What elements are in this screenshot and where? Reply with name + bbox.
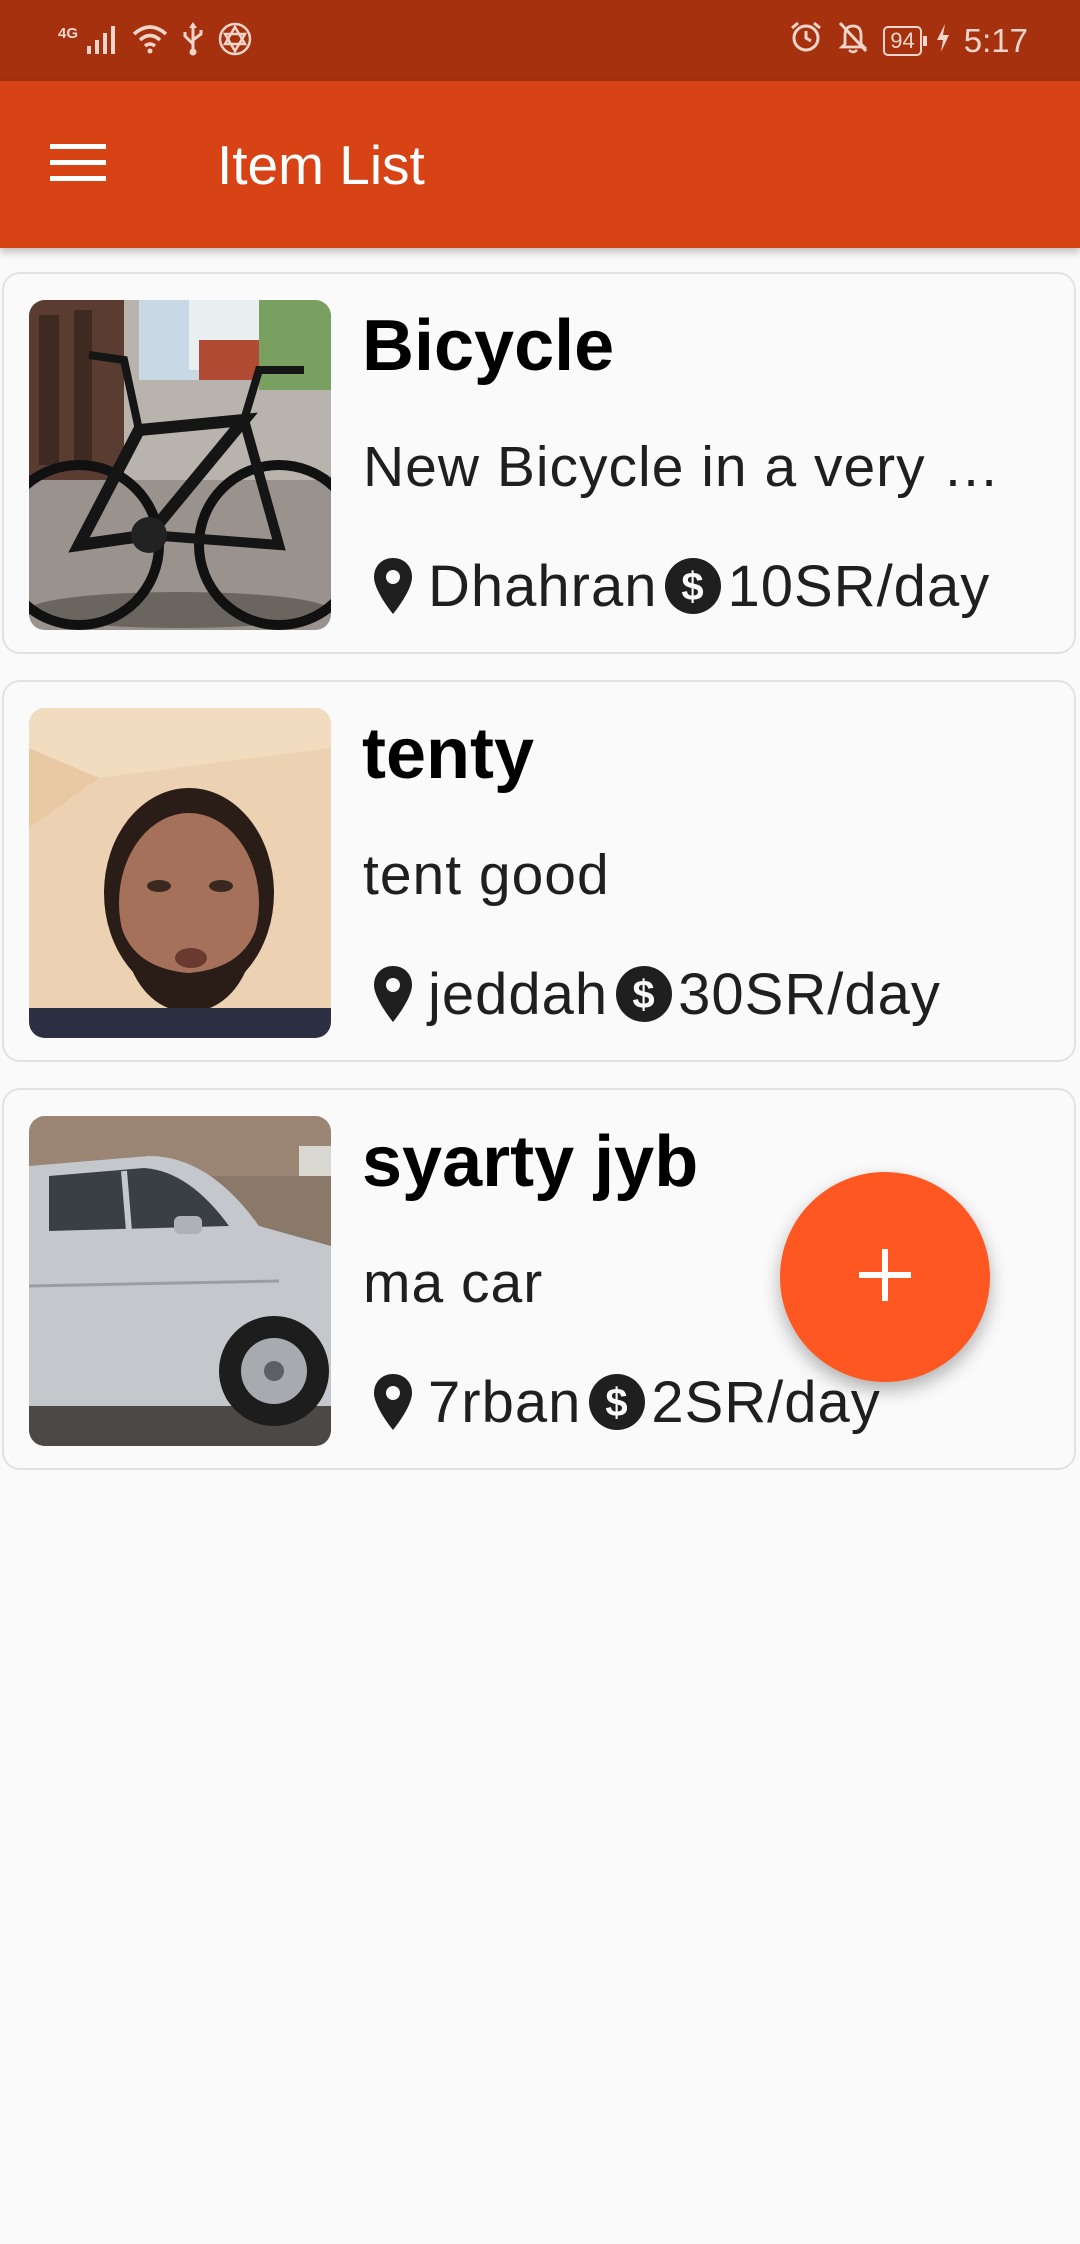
star-of-david-icon xyxy=(218,22,252,61)
item-photo-syarty-jyb xyxy=(29,1116,331,1446)
location-pin-icon xyxy=(372,556,414,616)
clock-time: 5:17 xyxy=(963,22,1028,59)
item-location: jeddah xyxy=(428,961,609,1027)
svg-text:$: $ xyxy=(633,973,656,1017)
item-photo-tenty xyxy=(29,708,331,1038)
status-bar: 4G 94 5:17 xyxy=(0,0,1080,81)
item-location: Dhahran xyxy=(428,553,658,619)
item-card-bicycle[interactable]: Bicycle New Bicycle in a very good condi… xyxy=(2,272,1076,654)
item-description: New Bicycle in a very good condition xyxy=(363,435,1023,499)
status-bar-left: 4G xyxy=(58,20,252,62)
plus-icon xyxy=(857,1247,913,1308)
dollar-circle-icon: $ xyxy=(614,964,674,1024)
status-bar-right: 94 5:17 xyxy=(789,18,1028,64)
app-bar: Item List xyxy=(0,81,1080,248)
network-type-label: 4G xyxy=(58,25,79,42)
item-price: 2SR/day xyxy=(651,1369,881,1435)
svg-text:$: $ xyxy=(682,565,705,609)
item-price: 30SR/day xyxy=(678,961,941,1027)
item-meta: 7rban $ 2SR/day xyxy=(372,1366,881,1438)
item-meta: jeddah $ 30SR/day xyxy=(372,958,941,1030)
item-title: Bicycle xyxy=(362,306,615,386)
notifications-off-icon xyxy=(837,20,869,62)
page-title: Item List xyxy=(217,134,425,196)
location-pin-icon xyxy=(372,1372,414,1432)
menu-icon xyxy=(50,142,106,189)
dollar-circle-icon: $ xyxy=(663,556,723,616)
usb-icon xyxy=(182,21,204,61)
item-title: syarty jyb xyxy=(362,1122,699,1202)
battery-level: 94 xyxy=(883,26,928,56)
item-photo-bicycle xyxy=(29,300,331,630)
alarm-icon xyxy=(789,20,823,62)
wifi-icon xyxy=(132,24,168,59)
item-card-tenty[interactable]: tenty tent good jeddah $ 30SR/day xyxy=(2,680,1076,1062)
signal-icon xyxy=(86,24,118,59)
item-description: tent good xyxy=(363,843,610,907)
item-title: tenty xyxy=(362,714,535,794)
item-price: 10SR/day xyxy=(727,553,991,619)
add-item-button[interactable] xyxy=(780,1172,990,1382)
item-location: 7rban xyxy=(428,1369,582,1435)
svg-text:$: $ xyxy=(606,1381,629,1425)
dollar-circle-icon: $ xyxy=(587,1372,647,1432)
menu-button[interactable] xyxy=(36,123,120,207)
item-meta: Dhahran $ 10SR/day xyxy=(372,550,990,622)
location-pin-icon xyxy=(372,964,414,1024)
charging-icon xyxy=(936,22,950,60)
